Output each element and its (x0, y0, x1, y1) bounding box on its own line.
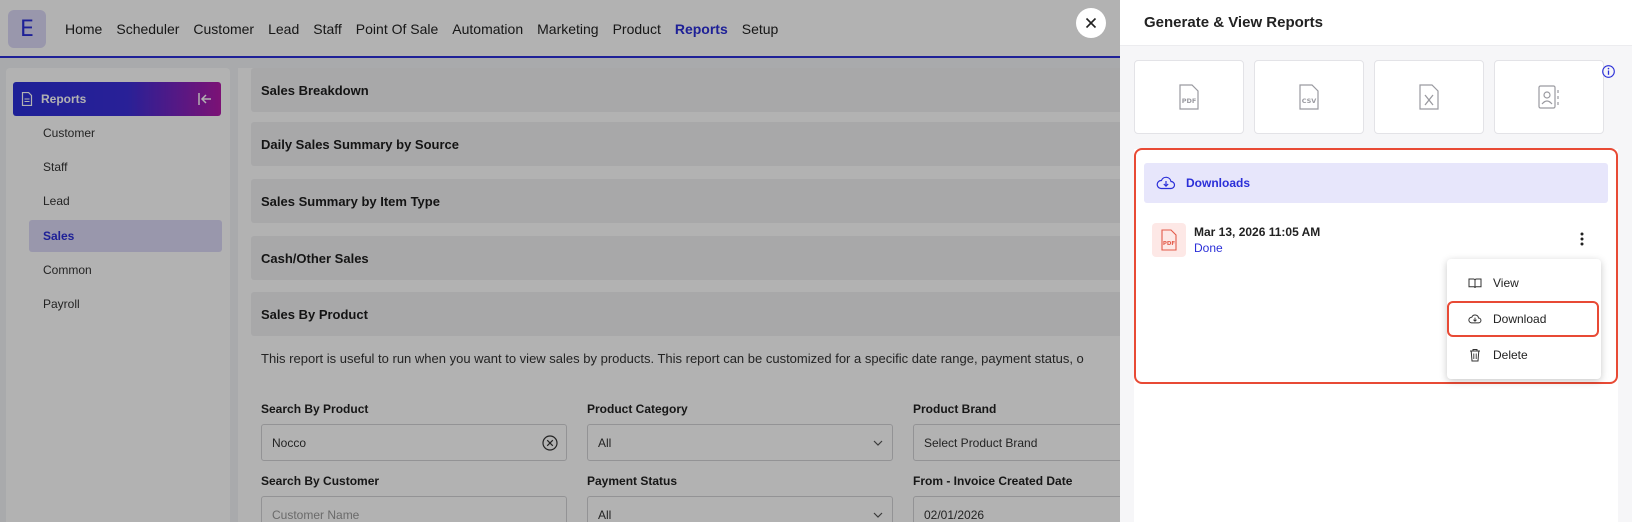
book-icon (1468, 276, 1482, 290)
csv-icon: CSV (1298, 84, 1320, 110)
close-icon (1085, 17, 1097, 29)
modal-backdrop[interactable] (0, 0, 1120, 522)
excel-icon (1418, 84, 1440, 110)
menu-item-view-label: View (1493, 276, 1519, 290)
generate-csv-button[interactable]: CSV (1254, 60, 1364, 134)
menu-item-delete-label: Delete (1493, 348, 1528, 362)
generate-contact-report-button[interactable] (1494, 60, 1604, 134)
drawer-header: Generate & View Reports (1120, 0, 1632, 46)
download-option-highlight (1447, 301, 1599, 337)
contact-report-icon (1537, 84, 1561, 110)
menu-item-delete[interactable]: Delete (1447, 338, 1601, 372)
svg-text:CSV: CSV (1302, 97, 1317, 105)
info-icon[interactable] (1602, 65, 1615, 78)
pdf-icon: PDF (1178, 84, 1200, 110)
generate-pdf-button[interactable]: PDF (1134, 60, 1244, 134)
svg-text:PDF: PDF (1182, 97, 1197, 105)
menu-item-view[interactable]: View (1447, 266, 1601, 300)
generate-excel-button[interactable] (1374, 60, 1484, 134)
trash-icon (1468, 348, 1482, 362)
drawer-title: Generate & View Reports (1144, 14, 1323, 31)
close-drawer-button[interactable] (1076, 8, 1106, 38)
